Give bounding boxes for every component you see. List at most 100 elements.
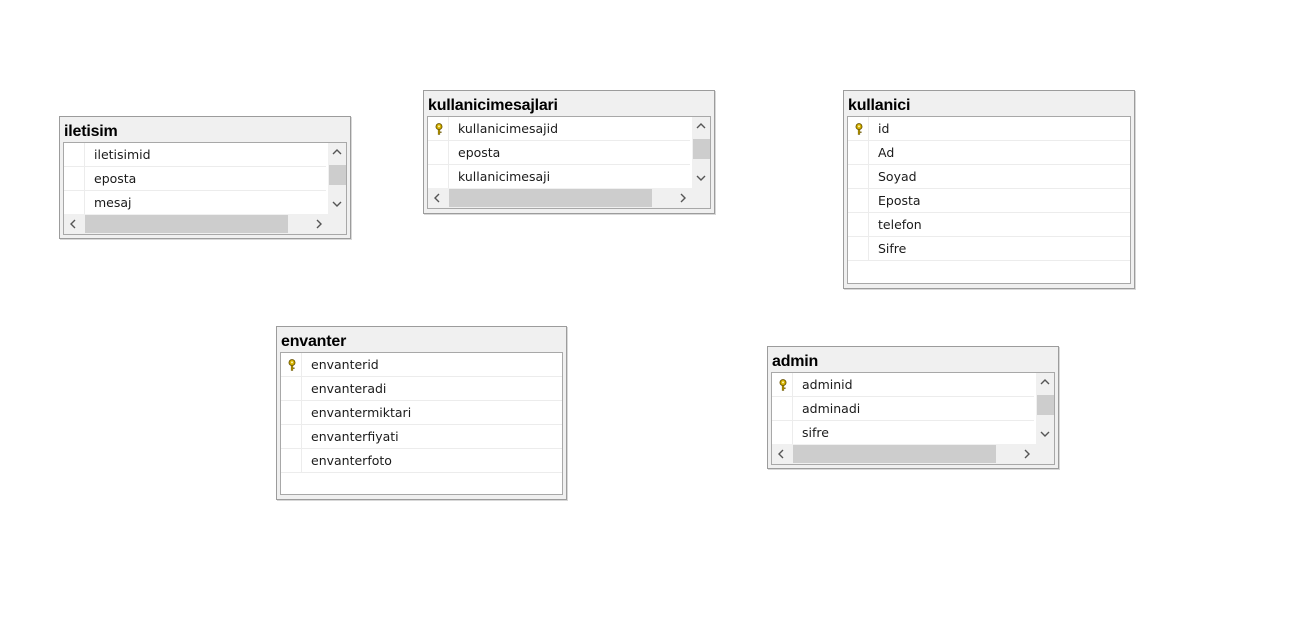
rows: adminid adminadi sifre (772, 373, 1034, 445)
column-row[interactable]: envanteradi (281, 377, 562, 401)
row-selector[interactable] (848, 237, 869, 261)
scroll-thumb[interactable] (449, 189, 652, 207)
scroll-right-icon[interactable] (674, 189, 692, 207)
row-selector[interactable] (281, 425, 302, 449)
column-list: iletisimid eposta mesaj (63, 142, 347, 235)
row-selector[interactable] (64, 143, 85, 167)
row-selector[interactable] (772, 397, 793, 421)
row-selector[interactable] (281, 401, 302, 425)
column-row[interactable]: id (848, 117, 1130, 141)
column-name: envanterfiyati (311, 429, 399, 444)
table-title[interactable]: kullanicimesajlari (424, 91, 714, 115)
table-envanter[interactable]: envanter envanterid envanteradi envantermi… (276, 326, 567, 500)
table-title[interactable]: envanter (277, 327, 566, 351)
scroll-up-icon[interactable] (1036, 373, 1054, 391)
table-admin[interactable]: admin adminid adminadi sifre (767, 346, 1059, 469)
scroll-down-icon[interactable] (1036, 425, 1054, 443)
scroll-right-icon[interactable] (1018, 445, 1036, 463)
column-name: telefon (878, 217, 922, 232)
column-row[interactable]: envanterfiyati (281, 425, 562, 449)
row-selector[interactable] (281, 449, 302, 473)
column-row[interactable]: eposta (428, 141, 690, 165)
column-name: envanteradi (311, 381, 387, 396)
column-row[interactable]: eposta (64, 167, 326, 191)
row-selector[interactable] (428, 165, 449, 189)
row-selector[interactable] (64, 191, 85, 215)
column-name: eposta (94, 171, 137, 186)
scroll-up-icon[interactable] (328, 143, 346, 161)
row-selector[interactable] (772, 421, 793, 445)
column-list: adminid adminadi sifre (771, 372, 1055, 465)
scroll-down-icon[interactable] (692, 169, 710, 187)
row-selector[interactable] (281, 377, 302, 401)
column-list: envanterid envanteradi envantermiktari enva… (280, 352, 563, 495)
scroll-left-icon[interactable] (428, 189, 446, 207)
column-row[interactable]: adminadi (772, 397, 1034, 421)
row-selector[interactable] (281, 353, 302, 377)
scroll-right-icon[interactable] (310, 215, 328, 233)
scroll-left-icon[interactable] (772, 445, 790, 463)
scroll-thumb[interactable] (329, 165, 346, 185)
column-name: adminid (802, 377, 853, 392)
row-selector[interactable] (64, 167, 85, 191)
row-selector[interactable] (848, 141, 869, 165)
column-name: iletisimid (94, 147, 151, 162)
column-name: Soyad (878, 169, 917, 184)
column-row[interactable]: envanterfoto (281, 449, 562, 473)
table-kullanicimesajlari[interactable]: kullanicimesajlari kullanicimesajid epost… (423, 90, 715, 214)
scroll-left-icon[interactable] (64, 215, 82, 233)
column-row[interactable]: iletisimid (64, 143, 326, 167)
column-row[interactable]: telefon (848, 213, 1130, 237)
table-title[interactable]: iletisim (60, 117, 350, 141)
column-name: mesaj (94, 195, 132, 210)
column-name: envanterfoto (311, 453, 392, 468)
vertical-scrollbar[interactable] (1036, 373, 1054, 444)
row-selector[interactable] (848, 165, 869, 189)
vertical-scrollbar[interactable] (328, 143, 346, 214)
column-row[interactable]: Eposta (848, 189, 1130, 213)
horizontal-scrollbar[interactable] (64, 214, 346, 234)
scroll-up-icon[interactable] (692, 117, 710, 135)
table-iletisim[interactable]: iletisim iletisimid eposta mesaj (59, 116, 351, 239)
table-title[interactable]: kullanici (844, 91, 1134, 115)
primary-key-icon (434, 123, 444, 135)
row-selector[interactable] (848, 117, 869, 141)
column-row[interactable]: Soyad (848, 165, 1130, 189)
column-name: eposta (458, 145, 501, 160)
vertical-scrollbar[interactable] (692, 117, 710, 188)
column-row[interactable]: envanterid (281, 353, 562, 377)
scroll-down-icon[interactable] (328, 195, 346, 213)
table-kullanici[interactable]: kullanici id Ad Soyad Eposta telefon Sifre (843, 90, 1135, 289)
column-name: sifre (802, 425, 829, 440)
scroll-thumb[interactable] (1037, 395, 1054, 415)
column-row[interactable]: kullanicimesaji (428, 165, 690, 189)
rows: kullanicimesajid eposta kullanicimesaji (428, 117, 690, 189)
horizontal-scrollbar[interactable] (428, 188, 710, 208)
rows: iletisimid eposta mesaj (64, 143, 326, 215)
row-selector[interactable] (428, 141, 449, 165)
scroll-thumb[interactable] (85, 215, 288, 233)
row-selector[interactable] (428, 117, 449, 141)
column-row[interactable]: adminid (772, 373, 1034, 397)
scroll-thumb[interactable] (793, 445, 996, 463)
scroll-thumb[interactable] (693, 139, 710, 159)
column-list: id Ad Soyad Eposta telefon Sifre (847, 116, 1131, 284)
primary-key-icon (854, 123, 864, 135)
column-name: kullanicimesajid (458, 121, 559, 136)
column-row[interactable]: Ad (848, 141, 1130, 165)
rows: id Ad Soyad Eposta telefon Sifre (848, 117, 1130, 261)
row-selector[interactable] (772, 373, 793, 397)
row-selector[interactable] (848, 213, 869, 237)
primary-key-icon (778, 379, 788, 391)
column-row[interactable]: kullanicimesajid (428, 117, 690, 141)
column-row[interactable]: Sifre (848, 237, 1130, 261)
column-row[interactable]: envantermiktari (281, 401, 562, 425)
table-title[interactable]: admin (768, 347, 1058, 371)
column-name: Ad (878, 145, 895, 160)
column-name: envantermiktari (311, 405, 412, 420)
column-row[interactable]: sifre (772, 421, 1034, 445)
column-row[interactable]: mesaj (64, 191, 326, 215)
horizontal-scrollbar[interactable] (772, 444, 1054, 464)
row-selector[interactable] (848, 189, 869, 213)
primary-key-icon (287, 359, 297, 371)
